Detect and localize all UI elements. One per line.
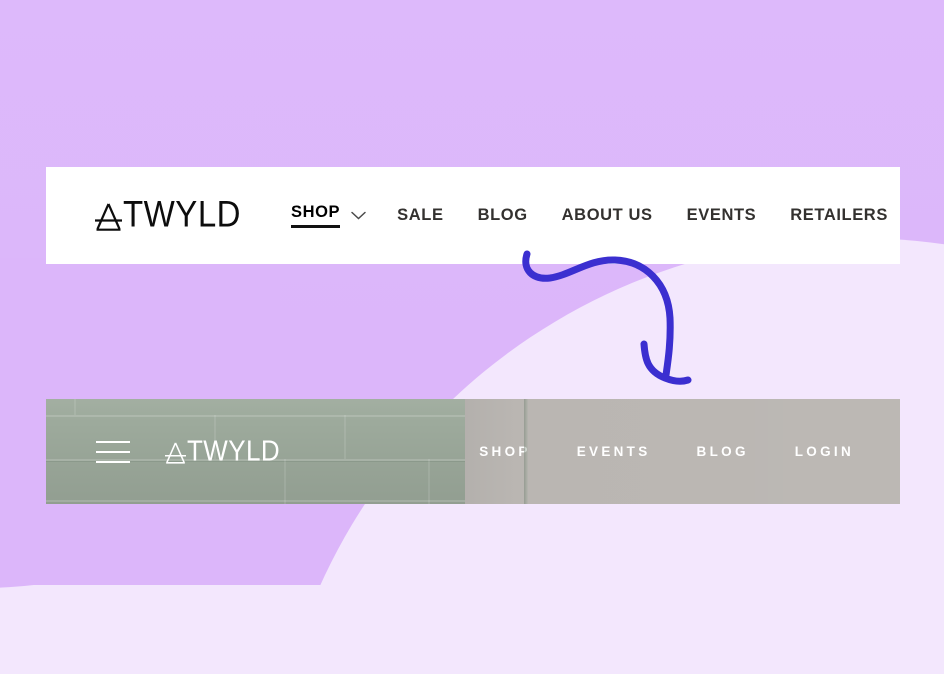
desktop-navbar-card: TWYLD SHOP SALE BLOG ABOUT US EVENTS RET… — [46, 167, 900, 264]
screenshot-canvas: TWYLD SHOP SALE BLOG ABOUT US EVENTS RET… — [0, 0, 944, 674]
mobile-nav-item-blog[interactable]: BLOG — [697, 444, 749, 459]
atwyld-a-monogram-icon — [165, 442, 186, 464]
wall-mortar-line — [284, 459, 286, 504]
panel-divider — [524, 399, 528, 504]
mobile-nav-links: SHOP EVENTS BLOG LOGIN — [479, 444, 900, 459]
wall-mortar-line — [344, 415, 346, 459]
wall-mortar-line — [428, 459, 430, 504]
chevron-down-icon[interactable] — [350, 210, 367, 221]
mobile-logo[interactable]: TWYLD — [165, 433, 280, 467]
nav-item-about-us[interactable]: ABOUT US — [562, 206, 653, 225]
nav-item-sale[interactable]: SALE — [397, 206, 443, 225]
wall-mortar-line — [74, 399, 76, 415]
nav-item-shop[interactable]: SHOP — [291, 203, 341, 228]
mobile-navbar-left-panel: TWYLD — [46, 399, 466, 504]
hamburger-menu-icon[interactable] — [96, 440, 130, 463]
atwyld-a-monogram-icon — [95, 203, 122, 231]
mobile-navbar-right-panel: SHOP EVENTS BLOG LOGIN — [465, 399, 900, 504]
desktop-nav-links: SHOP SALE BLOG ABOUT US EVENTS RETAILERS — [291, 203, 922, 228]
mobile-nav-item-events[interactable]: EVENTS — [577, 444, 651, 459]
background-bottom-light — [0, 585, 944, 674]
desktop-logo-text: TWYLD — [123, 192, 241, 234]
wall-mortar-line — [46, 415, 466, 417]
mobile-nav-item-login[interactable]: LOGIN — [795, 444, 854, 459]
mobile-navbar: TWYLD SHOP EVENTS BLOG LOGIN — [46, 399, 900, 504]
mobile-logo-text: TWYLD — [187, 433, 280, 467]
nav-item-retailers[interactable]: RETAILERS — [790, 206, 888, 225]
wall-mortar-line — [46, 500, 466, 502]
nav-item-events[interactable]: EVENTS — [687, 206, 757, 225]
nav-item-blog[interactable]: BLOG — [478, 206, 528, 225]
desktop-logo[interactable]: TWYLD — [95, 192, 241, 234]
mobile-nav-item-shop[interactable]: SHOP — [479, 444, 530, 459]
